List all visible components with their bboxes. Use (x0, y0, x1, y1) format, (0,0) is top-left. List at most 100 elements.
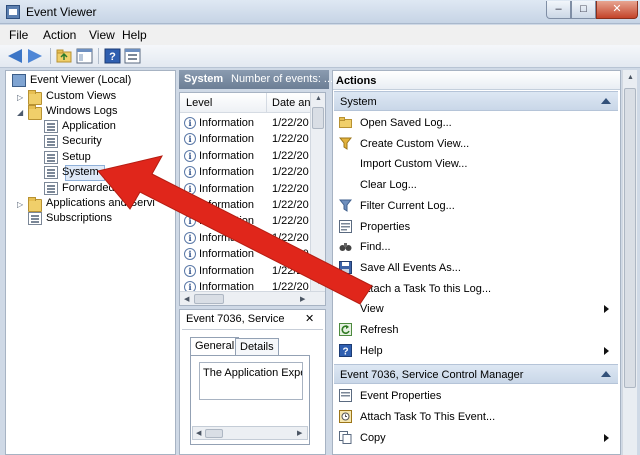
action-save-all-events-as[interactable]: Save All Events As... (334, 258, 618, 278)
event-row[interactable]: i Information 1/22/20 (180, 131, 309, 147)
tree-item-custom-views[interactable]: ▷ Custom Views (6, 89, 174, 105)
action-create-custom-view[interactable]: Create Custom View... (334, 134, 618, 154)
back-arrow-icon[interactable] (8, 48, 25, 64)
scroll-left-arrow-icon[interactable]: ◀ (196, 429, 201, 437)
event-row[interactable]: i Information 1/22/20 (180, 246, 309, 262)
actions-section-header[interactable]: System (334, 91, 618, 111)
tab-details[interactable]: Details (235, 338, 279, 356)
menu-action[interactable]: Action (43, 28, 76, 42)
tree-item-setup[interactable]: Setup (6, 150, 174, 166)
event-list-horizontal-scrollbar[interactable]: ◀ ▶ (180, 291, 325, 305)
collapse-triangle-icon[interactable] (601, 98, 611, 104)
tree-item-windows-logs[interactable]: ◢ Windows Logs (6, 104, 174, 120)
event-row[interactable]: i Information 1/22/20 (180, 213, 309, 229)
event-date: 1/22/20 (272, 182, 309, 195)
action-open-saved-log[interactable]: Open Saved Log... (334, 113, 618, 133)
filter-create-icon (338, 137, 353, 150)
tab-general[interactable]: General (190, 337, 240, 356)
tree-item-security[interactable]: Security (6, 134, 174, 150)
scroll-thumb[interactable] (312, 107, 324, 129)
show-hide-tree-icon[interactable] (76, 48, 93, 64)
scroll-up-arrow-icon[interactable]: ▲ (627, 74, 634, 81)
actions-section-title: Event 7036, Service Control Manager (340, 369, 524, 382)
menu-help[interactable]: Help (122, 28, 147, 42)
scroll-right-arrow-icon[interactable]: ▶ (300, 295, 305, 303)
submenu-arrow-icon (604, 433, 609, 442)
toolbar: ? (0, 45, 640, 68)
event-list-vertical-scrollbar[interactable]: ▲ ▼ (310, 93, 325, 291)
expand-triangle-icon[interactable]: ▷ (17, 93, 23, 102)
forward-arrow-icon[interactable] (28, 48, 45, 64)
event-row[interactable]: i Information 1/22/20 (180, 148, 309, 164)
event-date: 1/22/20 (272, 215, 309, 228)
event-detail-pane: Event 7036, Service ✕ General Details Th… (179, 309, 326, 455)
title-bar: Event Viewer – □ ✕ (0, 0, 640, 24)
close-button[interactable]: ✕ (596, 1, 638, 19)
tree-item-event-viewer-local[interactable]: Event Viewer (Local) (6, 73, 174, 89)
event-description-box[interactable]: The Application Expe (199, 362, 303, 400)
event-level: Information (199, 264, 255, 277)
tree-item-applications-services[interactable]: ▷ Applications and Servi (6, 196, 174, 212)
tree-item-subscriptions[interactable]: Subscriptions (6, 211, 174, 227)
tree-item-application[interactable]: Application (6, 119, 174, 135)
action-import-custom-view[interactable]: Import Custom View... (334, 154, 618, 174)
maximize-button[interactable]: □ (571, 1, 596, 19)
scroll-up-arrow-icon[interactable]: ▲ (315, 95, 322, 102)
collapse-triangle-icon[interactable]: ◢ (17, 108, 23, 117)
results-header: System Number of events: ... (179, 70, 333, 89)
scroll-thumb[interactable] (194, 294, 224, 304)
event-date: 1/22/20 (272, 117, 309, 129)
action-refresh[interactable]: Refresh (334, 320, 618, 340)
event-row[interactable]: i Information 1/22/20 (180, 115, 309, 131)
event-row[interactable]: i Information 1/22/20 (180, 197, 309, 213)
scroll-down-arrow-icon[interactable]: ▼ (315, 279, 322, 286)
scroll-thumb[interactable] (624, 88, 636, 388)
actions-header: Actions (333, 71, 620, 90)
scroll-thumb[interactable] (205, 429, 223, 438)
expand-triangle-icon[interactable]: ▷ (17, 200, 23, 209)
event-row[interactable]: i Information 1/22/20 (180, 181, 309, 197)
actions-section-header[interactable]: Event 7036, Service Control Manager (334, 364, 618, 385)
properties-icon[interactable] (124, 48, 141, 64)
minimize-button[interactable]: – (546, 1, 571, 19)
event-row[interactable]: i Information 1/22/20 (180, 263, 309, 279)
close-icon[interactable]: ✕ (305, 312, 314, 325)
event-level: Information (199, 231, 255, 244)
action-help[interactable]: ? Help (334, 341, 618, 361)
event-date: 1/22/20 (272, 231, 309, 244)
collapse-triangle-icon[interactable] (601, 371, 611, 378)
event-date: 1/22/20 (272, 149, 309, 162)
results-pane: System Number of events: ... Level Date … (179, 70, 333, 455)
event-properties-icon (339, 389, 352, 403)
detail-horizontal-scrollbar[interactable]: ◀ ▶ (192, 426, 308, 440)
menu-view[interactable]: View (89, 28, 115, 42)
action-attach-a-task-to-this-log[interactable]: Attach a Task To this Log... (334, 279, 618, 299)
tree-item-forwarded[interactable]: Forwarded (6, 181, 174, 197)
event-row[interactable]: i Information 1/22/20 (180, 164, 309, 180)
event-log-icon (44, 120, 58, 133)
help-icon[interactable]: ? (104, 48, 121, 64)
event-level: Information (199, 133, 255, 146)
action-attach-task-to-this-event[interactable]: Attach Task To This Event... (334, 407, 618, 427)
event-row[interactable]: i Information 1/22/20 (180, 230, 309, 246)
action-find[interactable]: Find... (334, 237, 618, 257)
information-icon: i (184, 149, 196, 162)
event-list[interactable]: Level Date and i Information 1/22/20 i Infor… (179, 92, 326, 306)
menu-file[interactable]: File (9, 28, 28, 42)
tree-item-system[interactable]: System (6, 165, 174, 181)
scroll-left-arrow-icon[interactable]: ◀ (184, 295, 189, 303)
action-properties[interactable]: Properties (334, 217, 618, 237)
folder-up-icon[interactable] (56, 48, 73, 64)
column-header-date[interactable]: Date and (266, 93, 317, 113)
action-view[interactable]: View (334, 299, 618, 319)
column-header-level[interactable]: Level (180, 93, 266, 113)
action-event-properties[interactable]: Event Properties (334, 386, 618, 406)
scroll-right-arrow-icon[interactable]: ▶ (297, 429, 302, 437)
information-icon: i (184, 264, 196, 277)
actions-vertical-scrollbar[interactable]: ▲ (622, 70, 637, 455)
event-date: 1/22/20 (272, 133, 309, 146)
information-icon: i (184, 182, 196, 195)
action-clear-log[interactable]: Clear Log... (334, 175, 618, 195)
action-filter-current-log[interactable]: Filter Current Log... (334, 196, 618, 216)
action-copy[interactable]: Copy (334, 428, 618, 448)
